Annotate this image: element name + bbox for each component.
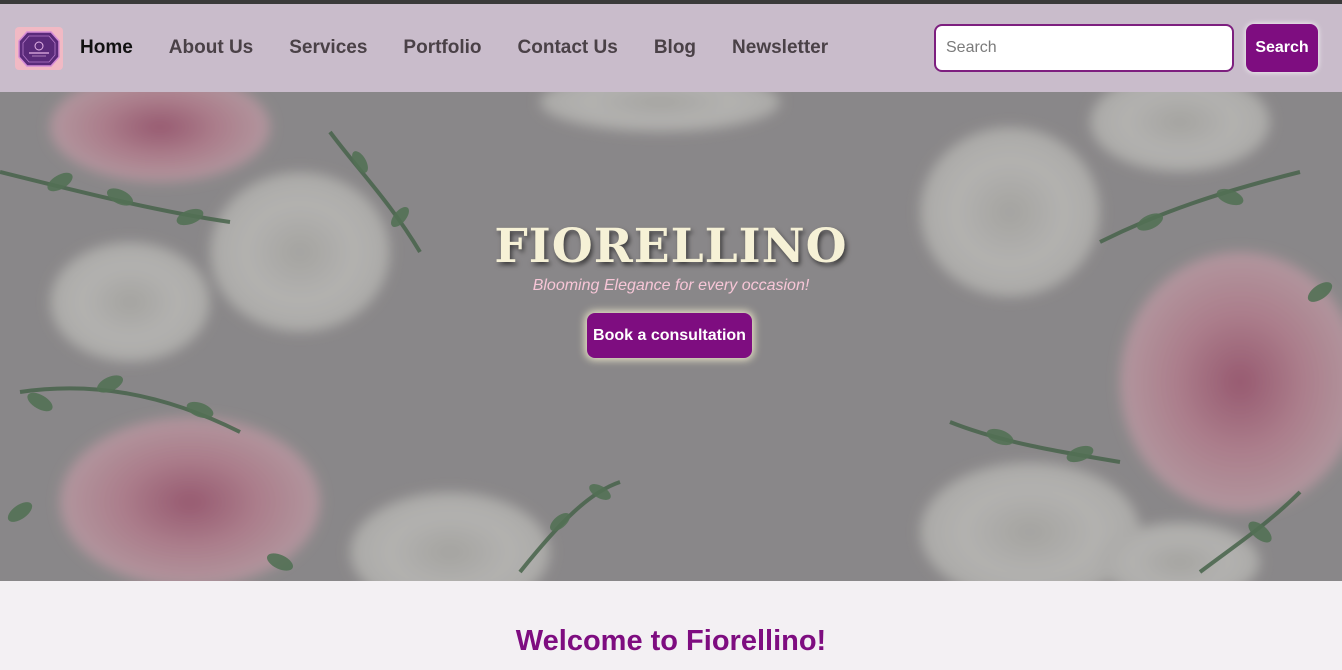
- nav-portfolio[interactable]: Portfolio: [403, 37, 481, 59]
- search-input[interactable]: [934, 24, 1234, 72]
- fiorellino-badge-logo-icon: [18, 30, 60, 67]
- hero-banner: FIORELLINO Blooming Elegance for every o…: [0, 92, 1342, 581]
- hero-tagline: Blooming Elegance for every occasion!: [532, 277, 810, 294]
- hero-title: FIORELLINO: [494, 219, 848, 274]
- nav-home[interactable]: Home: [80, 37, 133, 59]
- navbar: Home About Us Services Portfolio Contact…: [0, 4, 1342, 92]
- nav-services[interactable]: Services: [289, 37, 367, 59]
- nav-blog[interactable]: Blog: [654, 37, 696, 59]
- welcome-heading: Welcome to Fiorellino!: [515, 625, 827, 657]
- logo[interactable]: [15, 27, 63, 70]
- book-consultation-button[interactable]: Book a consultation: [587, 313, 752, 358]
- nav-about-us[interactable]: About Us: [169, 37, 253, 59]
- nav-contact-us[interactable]: Contact Us: [518, 37, 618, 59]
- nav-newsletter[interactable]: Newsletter: [732, 37, 828, 59]
- search-button[interactable]: Search: [1246, 24, 1318, 72]
- main-nav: Home About Us Services Portfolio Contact…: [80, 4, 864, 92]
